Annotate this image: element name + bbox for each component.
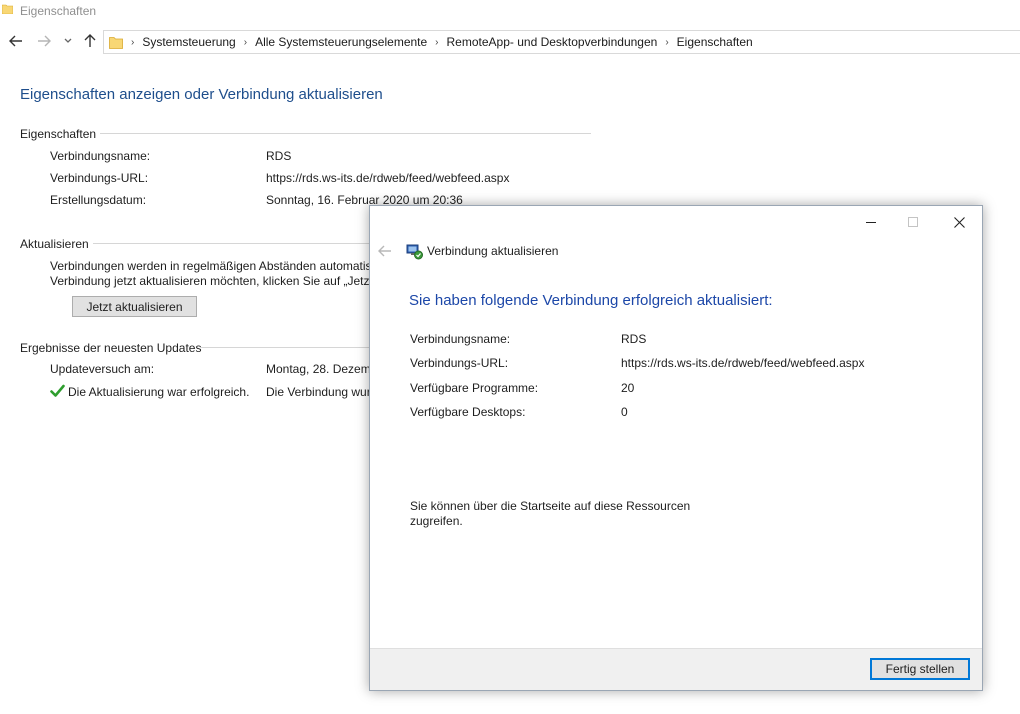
connection-name-label: Verbindungsname: bbox=[50, 149, 151, 163]
dialog-title: Verbindung aktualisieren bbox=[427, 244, 559, 258]
window-title: Eigenschaften bbox=[20, 4, 97, 18]
arrow-left-icon bbox=[378, 245, 391, 257]
chevron-down-icon bbox=[64, 38, 72, 43]
update-attempt-label: Updateversuch am: bbox=[50, 362, 155, 376]
arrow-left-icon bbox=[9, 35, 22, 47]
update-status-value: Die Verbindung wur bbox=[266, 385, 371, 399]
properties-group-label: Eigenschaften bbox=[20, 127, 97, 141]
chevron-right-icon[interactable]: › bbox=[435, 37, 438, 48]
dialog-info-line2: zugreifen. bbox=[410, 514, 463, 528]
close-button[interactable] bbox=[945, 212, 973, 232]
chevron-right-icon: › bbox=[131, 36, 135, 48]
minimize-icon bbox=[866, 222, 876, 223]
arrow-right-icon bbox=[38, 35, 51, 47]
update-group-label: Aktualisieren bbox=[20, 237, 89, 251]
update-connection-dialog: Verbindung aktualisieren Sie haben folge… bbox=[369, 205, 983, 691]
close-icon bbox=[953, 216, 965, 228]
update-attempt-value: Montag, 28. Dezem bbox=[266, 362, 371, 376]
update-description-line1: Verbindungen werden in regelmäßigen Abst… bbox=[50, 259, 372, 273]
arrow-up-icon bbox=[84, 34, 96, 47]
checkmark-icon bbox=[50, 384, 65, 397]
update-now-button[interactable]: Jetzt aktualisieren bbox=[72, 296, 197, 317]
dialog-desktops-label: Verfügbare Desktops: bbox=[410, 405, 526, 419]
breadcrumb-alle-elemente[interactable]: Alle Systemsteuerungselemente bbox=[255, 35, 427, 49]
dialog-connection-url-label: Verbindungs-URL: bbox=[410, 356, 509, 370]
dialog-connection-name-value: RDS bbox=[621, 332, 647, 346]
chevron-right-icon[interactable]: › bbox=[244, 37, 247, 48]
creation-date-label: Erstellungsdatum: bbox=[50, 193, 147, 207]
results-group-divider bbox=[200, 347, 369, 348]
properties-group-divider bbox=[100, 133, 591, 134]
minimize-button[interactable] bbox=[857, 212, 885, 232]
breadcrumb-eigenschaften[interactable]: Eigenschaften bbox=[677, 35, 753, 49]
breadcrumb-remoteapp[interactable]: RemoteApp- und Desktopverbindungen bbox=[447, 35, 658, 49]
page-title: Eigenschaften anzeigen oder Verbindung a… bbox=[20, 86, 383, 103]
recent-locations-button[interactable] bbox=[61, 30, 75, 52]
dialog-heading: Sie haben folgende Verbindung erfolgreic… bbox=[409, 292, 773, 309]
breadcrumb-systemsteuerung[interactable]: Systemsteuerung bbox=[142, 35, 235, 49]
dialog-connection-name-label: Verbindungsname: bbox=[410, 332, 511, 346]
maximize-button[interactable] bbox=[899, 212, 927, 232]
dialog-programs-label: Verfügbare Programme: bbox=[410, 381, 539, 395]
maximize-icon bbox=[908, 217, 918, 227]
folder-icon bbox=[2, 4, 13, 14]
results-group-label: Ergebnisse der neuesten Updates bbox=[20, 341, 202, 355]
connection-name-value: RDS bbox=[266, 149, 292, 163]
forward-button[interactable] bbox=[34, 30, 54, 52]
update-description-line2: Verbindung jetzt aktualisieren möchten, … bbox=[50, 274, 373, 288]
dialog-desktops-value: 0 bbox=[621, 405, 628, 419]
dialog-programs-value: 20 bbox=[621, 381, 635, 395]
address-bar[interactable]: › Systemsteuerung › Alle Systemsteuerung… bbox=[103, 30, 1020, 54]
connection-url-value: https://rds.ws-its.de/rdweb/feed/webfeed… bbox=[266, 171, 510, 185]
dialog-back-button[interactable] bbox=[378, 245, 392, 260]
connection-url-label: Verbindungs-URL: bbox=[50, 171, 149, 185]
update-status-label: Die Aktualisierung war erfolgreich. bbox=[68, 385, 250, 399]
folder-icon bbox=[109, 36, 123, 49]
up-button[interactable] bbox=[80, 30, 100, 52]
dialog-connection-url-value: https://rds.ws-its.de/rdweb/feed/webfeed… bbox=[621, 356, 865, 370]
remote-connection-icon bbox=[406, 244, 423, 260]
chevron-right-icon[interactable]: › bbox=[665, 37, 668, 48]
window-title-bar: Eigenschaften bbox=[0, 0, 1020, 24]
dialog-footer: Fertig stellen bbox=[370, 648, 982, 690]
update-group-divider bbox=[93, 243, 369, 244]
finish-button[interactable]: Fertig stellen bbox=[870, 658, 970, 680]
back-button[interactable] bbox=[6, 30, 26, 52]
dialog-info-line1: Sie können über die Startseite auf diese… bbox=[410, 499, 691, 513]
